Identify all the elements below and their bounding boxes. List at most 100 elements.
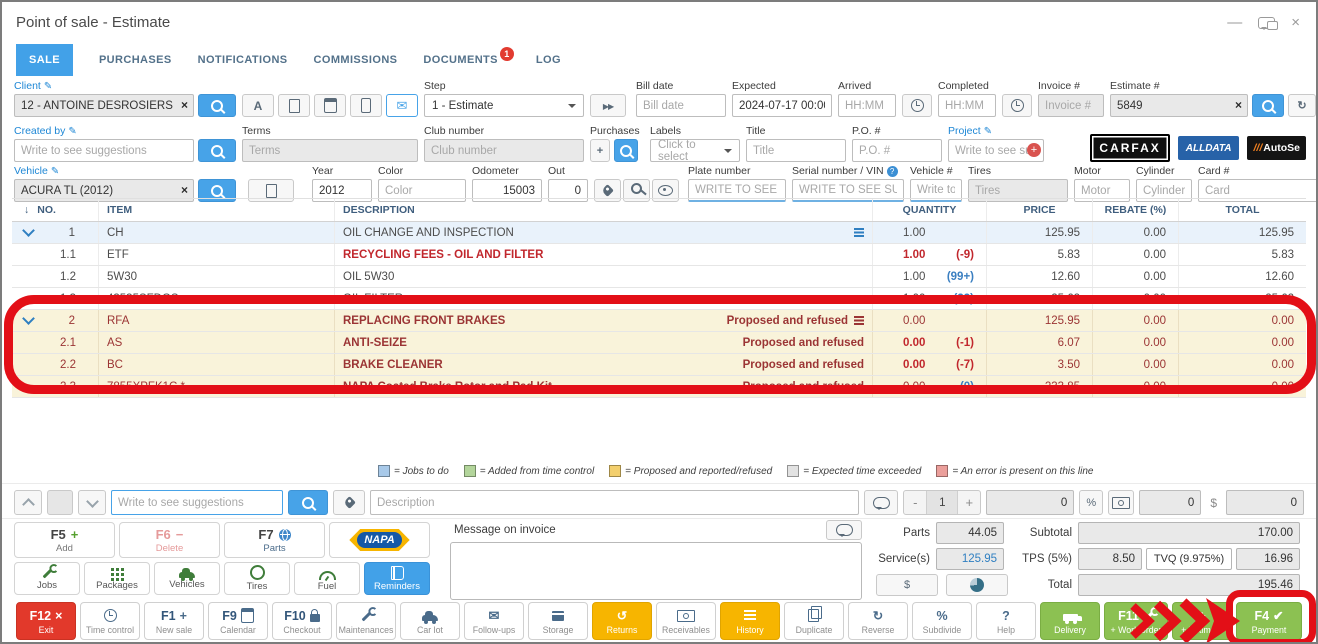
storage-button[interactable]: Storage [528,602,588,640]
estimate-input[interactable] [1110,94,1248,117]
help-button[interactable]: Help [976,602,1036,640]
purchases-add-button[interactable] [590,139,610,162]
work-order-button[interactable]: F11+ Work order [1104,602,1168,640]
chevron-down-icon[interactable] [22,224,35,237]
autoserve-logo[interactable]: ///AutoSe [1247,136,1306,160]
follow-ups-button[interactable]: Follow-ups [464,602,524,640]
description-input[interactable] [370,490,859,515]
tvq-label[interactable]: TVQ (9.975%) [1146,548,1232,570]
table-row[interactable]: 1.1 ETF RECYCLING FEES - OIL AND FILTER … [12,244,1306,266]
created-by-input[interactable] [14,139,194,162]
close-icon[interactable]: × [1291,16,1300,30]
club-number-input[interactable] [424,139,584,162]
tires-button[interactable]: Tires [224,562,290,595]
chevron-down-icon[interactable] [22,312,35,325]
reverse-button[interactable]: Reverse [848,602,908,640]
minimize-icon[interactable]: — [1227,16,1242,30]
estimate-search-button[interactable] [1252,94,1284,117]
list-icon[interactable] [854,316,864,318]
table-row[interactable]: 2.1 AS ANTI-SEIZEProposed and refused 0.… [12,332,1306,354]
vehicle-link[interactable]: Vehicle [14,165,236,179]
client-note-button[interactable] [278,94,310,117]
completed-input[interactable] [938,94,996,117]
table-row[interactable]: 2.3 7855XPFK1C * NAPA Coated Brake Rotor… [12,376,1306,398]
vehicles-button[interactable]: Vehicles [154,562,220,595]
project-link[interactable]: Project [948,125,1044,139]
item-tag-button[interactable] [333,490,365,515]
receivables-button[interactable]: Receivables [656,602,716,640]
packages-button[interactable]: Packages [84,562,150,595]
invoice-message-textarea[interactable] [450,542,862,600]
expected-input[interactable] [732,94,832,117]
client-fonts-button[interactable] [242,94,274,117]
step-advance-button[interactable] [590,94,626,117]
terms-input[interactable] [242,139,418,162]
tab-log[interactable]: LOG [536,54,561,66]
estimate-button[interactable]: + Estimate [1172,602,1232,640]
tab-sale[interactable]: SALE [16,44,73,76]
purchases-search-button[interactable] [614,139,638,162]
client-calendar-button[interactable] [314,94,346,117]
clear-estimate-icon[interactable]: × [1235,98,1242,112]
history-button[interactable]: History [720,602,780,640]
table-row[interactable]: 2 RFA REPLACING FRONT BRAKESProposed and… [12,310,1306,332]
jobs-button[interactable]: Jobs [14,562,80,595]
completed-clock-button[interactable] [1002,94,1032,117]
estimate-refresh-button[interactable] [1288,94,1316,117]
item-suggest-input[interactable] [111,490,283,515]
arrived-clock-button[interactable] [902,94,932,117]
total-input[interactable] [1226,490,1304,515]
returns-button[interactable]: Returns [592,602,652,640]
rebate-input[interactable] [1139,490,1201,515]
quantity-plus-button[interactable]: + [958,495,980,510]
percent-button[interactable]: % [1079,490,1103,515]
created-by-link[interactable]: Created by [14,125,236,139]
client-input[interactable] [14,94,194,117]
table-row[interactable]: 2.2 BC BRAKE CLEANERProposed and refused… [12,354,1306,376]
breakdown-pie-button[interactable] [946,574,1008,596]
po-number-input[interactable] [852,139,942,162]
move-up-button[interactable] [14,490,42,515]
currency-button[interactable]: $ [876,574,938,596]
title-input[interactable] [746,139,846,162]
alldata-logo[interactable]: ALLDATA [1178,136,1240,160]
table-row[interactable]: 1.2 5W30 OIL 5W30 1.00(99+) 12.60 0.00 1… [12,266,1306,288]
tab-commissions[interactable]: COMMISSIONS [314,54,398,66]
created-by-search-button[interactable] [198,139,236,162]
clear-vehicle-icon[interactable]: × [181,183,188,197]
client-link[interactable]: Client [14,80,236,94]
clear-client-icon[interactable]: × [181,98,188,112]
tab-notifications[interactable]: NOTIFICATIONS [198,54,288,66]
payment-button[interactable]: F4Payment [1236,602,1302,640]
invoice-message-comment-button[interactable] [826,520,862,540]
invoice-input[interactable] [1038,94,1104,117]
item-search-button[interactable] [288,490,328,515]
step-select[interactable]: 1 - Estimate [424,94,584,117]
table-row[interactable]: 1 CH OIL CHANGE AND INSPECTION 1.00 125.… [12,222,1306,244]
checkout-button[interactable]: F10Checkout [272,602,332,640]
client-email-button[interactable] [386,94,418,117]
tab-documents[interactable]: DOCUMENTS1 [423,54,498,66]
fuel-button[interactable]: Fuel [294,562,360,595]
bill-date-input[interactable] [636,94,726,117]
money-button[interactable] [1108,490,1134,515]
tab-purchases[interactable]: PURCHASES [99,54,172,66]
quantity-minus-button[interactable]: - [904,495,926,510]
add-button[interactable]: F5 Add [14,522,115,558]
price-input[interactable] [986,490,1074,515]
parts-button[interactable]: F7 Parts [224,522,325,558]
new-sale-button[interactable]: F1New sale [144,602,204,640]
help-badge-icon[interactable]: ? [887,166,898,177]
napa-button[interactable]: NAPA [329,522,430,558]
delete-button[interactable]: F6 Delete [119,522,220,558]
time-control-button[interactable]: Time control [80,602,140,640]
client-search-button[interactable] [198,94,236,117]
delivery-button[interactable]: Delivery [1040,602,1100,640]
car-lot-button[interactable]: Car lot [400,602,460,640]
sort-desc-icon[interactable] [24,204,29,216]
reminders-button[interactable]: Reminders [364,562,430,595]
move-down-button[interactable] [78,490,106,515]
carfax-logo[interactable]: CARFAX [1090,134,1169,162]
subdivide-button[interactable]: Subdivide [912,602,972,640]
exit-button[interactable]: F12Exit [16,602,76,640]
